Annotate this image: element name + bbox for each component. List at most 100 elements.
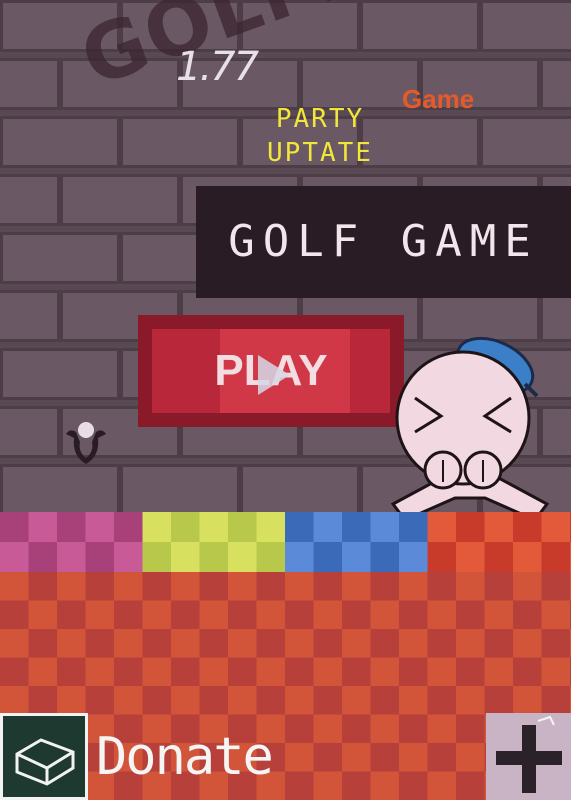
strip-tile [342, 512, 371, 542]
floor-tile [484, 629, 514, 658]
floor-tile [228, 572, 257, 601]
strip-tile [228, 512, 257, 542]
floor-tile [427, 771, 457, 800]
strip-tile [313, 512, 343, 542]
strip-tile [484, 512, 514, 542]
floor-tile [370, 657, 400, 687]
version-number: 1.77 [176, 44, 259, 90]
floor-tile [28, 657, 58, 687]
floor-tile [256, 629, 286, 658]
floor-tile [456, 771, 485, 800]
floor-tile [541, 629, 571, 658]
brick [480, 0, 571, 52]
floor-tile [313, 743, 343, 772]
strip-tile [85, 512, 115, 542]
floor-tile [285, 629, 314, 658]
floor-tile [171, 686, 200, 715]
floor-tile [427, 629, 457, 658]
strip-tile [199, 542, 229, 572]
strip-tile [285, 542, 314, 572]
strip-tile [285, 512, 314, 542]
brick [120, 464, 240, 516]
floor-tile [0, 629, 29, 658]
strip-tile [28, 542, 58, 572]
floor-tile [199, 572, 229, 601]
floor-tile [541, 686, 571, 715]
color-strip [0, 512, 571, 572]
floor-tile [114, 629, 143, 658]
floor-tile [0, 657, 29, 687]
floor-tile [85, 600, 115, 630]
floor-tile [57, 657, 86, 687]
strip-tile [171, 542, 200, 572]
game-screen: GOLFLEV 1.77 Game PARTY UPTATE GOLF GAME… [0, 0, 571, 800]
floor-tile [285, 771, 314, 800]
floor-tile [57, 572, 86, 601]
brick [0, 174, 60, 226]
floor-tile [456, 600, 485, 630]
floor-tile [142, 686, 172, 715]
floor-tile [85, 572, 115, 601]
floor-tile [85, 629, 115, 658]
floor-tile [513, 572, 542, 601]
floor-tile [28, 629, 58, 658]
floor-tile [370, 743, 400, 772]
floor-tile [370, 771, 400, 800]
floor-tile [114, 600, 143, 630]
floor-tile [142, 572, 172, 601]
floor-tile [370, 572, 400, 601]
strip-tile [370, 542, 400, 572]
strip-tile [85, 542, 115, 572]
floor-tile [285, 572, 314, 601]
game-tag: Game [402, 84, 475, 114]
floor-tile [256, 686, 286, 715]
party-line-2: UPTATE [267, 138, 373, 168]
floor-tile [313, 629, 343, 658]
floor-tile [427, 572, 457, 601]
box-icon [15, 738, 75, 786]
floor-tile [114, 686, 143, 715]
donate-link[interactable]: Donate [96, 722, 274, 792]
floor-tile [199, 686, 229, 715]
floor-tile [456, 572, 485, 601]
floor-tile [399, 714, 428, 744]
mascot-character [390, 336, 550, 522]
floor-tile [427, 714, 457, 744]
floor-tile [342, 686, 371, 715]
play-button[interactable]: PLAY [138, 315, 404, 427]
floor-tile [399, 600, 428, 630]
floor-tile [142, 657, 172, 687]
strip-tile [427, 542, 457, 572]
floor-tile [171, 629, 200, 658]
brick [360, 0, 480, 52]
brick [60, 174, 180, 226]
floor-tile [427, 657, 457, 687]
floor-tile [57, 600, 86, 630]
strip-tile [57, 512, 86, 542]
strip-tile [256, 512, 286, 542]
floor-tile [513, 629, 542, 658]
party-update-label: PARTY UPTATE [250, 102, 390, 170]
floor-tile [313, 714, 343, 744]
floor-tile [171, 600, 200, 630]
floor-tile [228, 686, 257, 715]
golf-game-banner: GOLF GAME [196, 186, 571, 298]
floor-tile [313, 600, 343, 630]
floor-tile [114, 657, 143, 687]
floor-tile [285, 686, 314, 715]
strip-tile [541, 542, 571, 572]
floor-tile [399, 657, 428, 687]
floor-tile [285, 657, 314, 687]
brick [120, 116, 240, 168]
strip-tile [456, 542, 485, 572]
floor-tile [313, 771, 343, 800]
floor-tile [370, 714, 400, 744]
floor-tile [484, 600, 514, 630]
add-button[interactable] [486, 713, 571, 800]
strip-tile [399, 542, 428, 572]
floor-tile [142, 600, 172, 630]
floor-tile [256, 657, 286, 687]
floor-tile [399, 629, 428, 658]
box-button[interactable] [0, 713, 88, 800]
brick [0, 464, 120, 516]
